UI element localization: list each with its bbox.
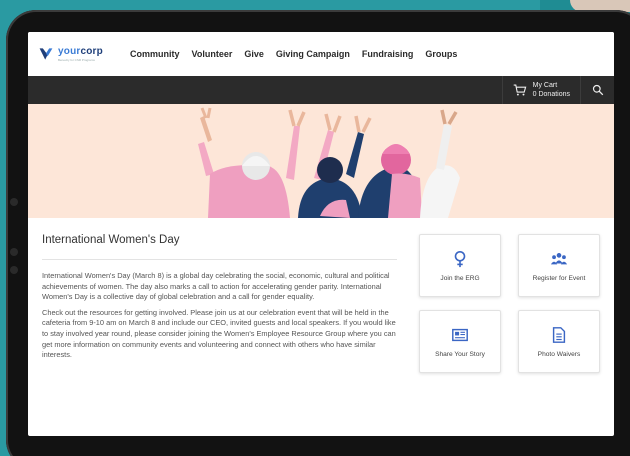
article-paragraph: International Women's Day (March 8) is a… [42,271,390,302]
hero-banner [28,104,614,218]
nav-item-volunteer[interactable]: Volunteer [192,49,233,59]
action-cards: Join the ERG Register for Event Share Yo… [419,234,600,373]
card-label: Join the ERG [440,274,480,282]
brand-name: yourcorp [58,45,103,57]
screen: yourcorp Benevity for CSR Programs Commu… [28,32,614,436]
tablet-side-button [10,198,18,206]
top-navigation: yourcorp Benevity for CSR Programs Commu… [28,32,614,76]
tablet-side-button [10,248,18,256]
group-icon [550,252,568,264]
main-nav: Community Volunteer Give Giving Campaign… [130,49,457,59]
brand-tagline: Benevity for CSR Programs [58,57,95,62]
brand-logo-icon [39,48,53,60]
card-label: Photo Waivers [537,350,581,358]
newspaper-icon [452,328,468,341]
photo-waivers-card[interactable]: Photo Waivers [518,310,600,373]
search-button[interactable] [580,76,614,104]
tablet-side-button [10,266,18,274]
article: International Women's Day International … [42,234,397,373]
cart-icon [513,84,526,96]
share-story-card[interactable]: Share Your Story [419,310,501,373]
hero-illustration [198,107,460,218]
register-event-card[interactable]: Register for Event [518,234,600,297]
article-paragraph: Check out the resources for getting invo… [42,307,396,360]
nav-item-community[interactable]: Community [130,49,180,59]
brand-logo[interactable]: yourcorp Benevity for CSR Programs [38,46,130,62]
card-label: Register for Event [532,274,586,282]
cart-title: My Cart [532,82,558,89]
nav-item-giving-campaign[interactable]: Giving Campaign [276,49,350,59]
card-label: Share Your Story [435,350,485,358]
search-icon [592,84,603,96]
nav-item-give[interactable]: Give [244,49,264,59]
female-symbol-icon [454,250,466,267]
nav-item-fundraising[interactable]: Fundraising [362,49,414,59]
page-title: International Women's Day [42,234,397,260]
nav-item-groups[interactable]: Groups [425,49,457,59]
cart-button[interactable]: My Cart 0 Donations [501,76,580,104]
document-icon [552,326,566,343]
utility-bar: My Cart 0 Donations [28,76,614,104]
join-erg-card[interactable]: Join the ERG [419,234,501,297]
cart-count: 0 Donations [532,91,570,98]
